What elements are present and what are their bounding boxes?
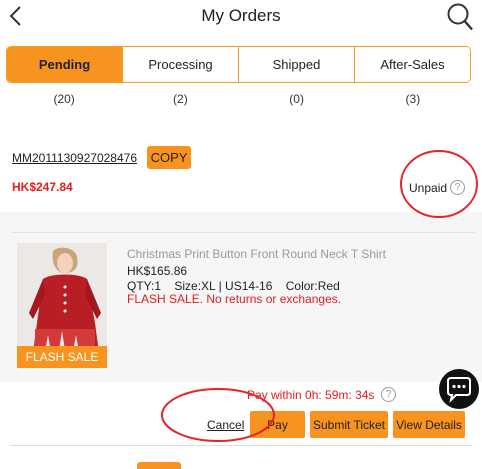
page-title: My Orders [201, 6, 281, 25]
search-icon[interactable] [446, 2, 474, 32]
product-price: HK$165.86 [127, 264, 188, 278]
flash-sale-badge: FLASH SALE [17, 346, 107, 368]
tab-after-sales[interactable]: After-Sales [354, 47, 470, 82]
status-help-icon[interactable]: ? [450, 180, 465, 195]
tab-shipped[interactable]: Shipped [238, 47, 354, 82]
payment-countdown: Pay within 0h: 59m: 34s [247, 388, 375, 402]
header-bar: My Orders [0, 0, 482, 34]
order-status: Unpaid [409, 181, 448, 195]
product-name[interactable]: Christmas Print Button Front Round Neck … [127, 247, 386, 261]
order-status-tabs: Pending Processing Shipped After-Sales [6, 46, 471, 83]
order-number[interactable]: MM2011130927028476 [12, 151, 137, 165]
next-order-copy-button[interactable] [137, 462, 181, 469]
copy-button[interactable]: COPY [147, 146, 191, 169]
order-total: HK$247.84 [12, 180, 73, 194]
submit-ticket-button[interactable]: Submit Ticket [310, 411, 388, 438]
processing-count: (2) [173, 92, 188, 106]
tab-processing[interactable]: Processing [122, 47, 238, 82]
tab-counts: (20) (2) (0) (3) [6, 92, 471, 106]
flash-sale-note: FLASH SALE. No returns or exchanges. [127, 292, 342, 306]
product-specs: QTY:1 Size:XL | US14-16 Color:Red [127, 279, 340, 293]
after-sales-count: (3) [405, 92, 421, 106]
chat-button[interactable] [439, 369, 479, 409]
tab-pending[interactable]: Pending [7, 47, 122, 82]
view-details-button[interactable]: View Details [393, 411, 465, 438]
cancel-order-link[interactable]: Cancel [207, 418, 244, 432]
order-divider [10, 445, 472, 446]
chat-bubble-icon [447, 377, 471, 404]
pending-count: (20) [53, 92, 75, 106]
shipped-count: (0) [289, 92, 304, 106]
countdown-help-icon[interactable]: ? [381, 387, 396, 402]
pay-button[interactable]: Pay [250, 411, 305, 438]
